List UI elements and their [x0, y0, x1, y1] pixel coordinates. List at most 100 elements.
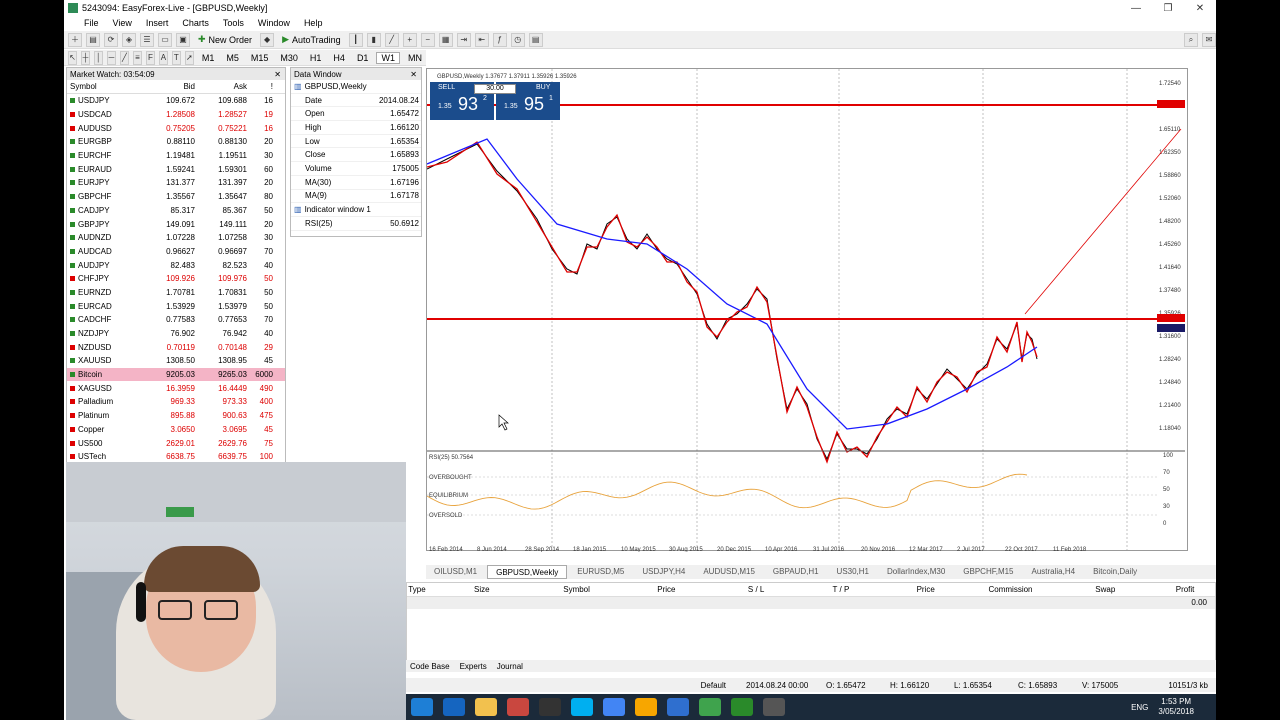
- terminal-app-icon[interactable]: [539, 698, 561, 716]
- chart-tab[interactable]: DollarIndex,M30: [879, 565, 953, 579]
- market-watch-close-icon[interactable]: ✕: [274, 70, 285, 79]
- market-watch-row[interactable]: XAGUSD 16.3959 16.4449 490: [67, 381, 285, 395]
- chrome-icon[interactable]: [603, 698, 625, 716]
- market-watch-row[interactable]: NZDUSD 0.70119 0.70148 29: [67, 340, 285, 354]
- chart-tab[interactable]: GBPAUD,H1: [765, 565, 827, 579]
- market-watch-row[interactable]: AUDCAD 0.96627 0.96697 70: [67, 245, 285, 259]
- menu-charts[interactable]: Charts: [182, 18, 209, 28]
- ie-icon[interactable]: [411, 698, 433, 716]
- col-ask[interactable]: Ask: [199, 82, 251, 91]
- tester-icon[interactable]: ▣: [176, 32, 190, 47]
- zoom-in-icon[interactable]: +: [402, 32, 417, 47]
- menu-window[interactable]: Window: [258, 18, 290, 28]
- market-watch-row[interactable]: CADJPY 85.317 85.367 50: [67, 204, 285, 218]
- chart-tab[interactable]: EURUSD,M5: [569, 565, 632, 579]
- market-watch-row[interactable]: USDCAD 1.28508 1.28527 19: [67, 108, 285, 122]
- tab-experts[interactable]: Experts: [460, 662, 487, 671]
- chart-window[interactable]: GBPUSD,Weekly 1.37677 1.37911 1.35926 1.…: [426, 68, 1189, 553]
- market-watch-row[interactable]: EURJPY 131.377 131.397 20: [67, 176, 285, 190]
- market-watch-row[interactable]: EURCAD 1.53929 1.53979 50: [67, 299, 285, 313]
- chart-tab[interactable]: US30,H1: [829, 565, 877, 579]
- autoscroll-icon[interactable]: ⇥: [456, 32, 471, 47]
- market-watch-row[interactable]: EURGBP 0.88110 0.88130 20: [67, 135, 285, 149]
- terminal-column[interactable]: Price: [886, 585, 966, 594]
- zoom-out-icon[interactable]: −: [420, 32, 435, 47]
- market-watch-row[interactable]: AUDNZD 1.07228 1.07258 30: [67, 231, 285, 245]
- media-icon[interactable]: [507, 698, 529, 716]
- tf-w1[interactable]: W1: [376, 51, 400, 64]
- tf-h4[interactable]: H4: [329, 53, 349, 63]
- terminal-icon[interactable]: ▭: [158, 32, 172, 47]
- bar-chart-icon[interactable]: ┃: [348, 32, 363, 47]
- candle-chart-icon[interactable]: ▮: [366, 32, 381, 47]
- col-spread[interactable]: !: [251, 82, 279, 91]
- tab-code-base[interactable]: Code Base: [410, 662, 450, 671]
- market-watch-row[interactable]: Platinum 895.88 900.63 475: [67, 409, 285, 423]
- minimize-button[interactable]: —: [1120, 3, 1152, 14]
- col-symbol[interactable]: Symbol: [67, 82, 147, 91]
- menu-insert[interactable]: Insert: [146, 18, 169, 28]
- label-icon[interactable]: T: [171, 50, 181, 65]
- new-order-button[interactable]: ✚ New Order: [194, 34, 256, 45]
- tf-d1[interactable]: D1: [353, 53, 373, 63]
- market-watch-row[interactable]: AUDJPY 82.483 82.523 40: [67, 258, 285, 272]
- market-watch-row[interactable]: GBPCHF 1.35567 1.35647 80: [67, 190, 285, 204]
- market-watch-row[interactable]: XAUUSD 1308.50 1308.95 45: [67, 354, 285, 368]
- tf-m5[interactable]: M5: [222, 53, 243, 63]
- chart-tab[interactable]: Bitcoin,Daily: [1085, 565, 1145, 579]
- chart-tab[interactable]: USDJPY,H4: [634, 565, 693, 579]
- terminal-column[interactable]: T / P: [796, 585, 886, 594]
- chart-tab[interactable]: GBPUSD,Weekly: [487, 565, 568, 579]
- profiles-icon[interactable]: ▤: [86, 32, 100, 47]
- price-chart[interactable]: GBPUSD,Weekly 1.37677 1.37911 1.35926 1.…: [426, 69, 1189, 553]
- market-watch-row[interactable]: USDJPY 109.672 109.688 16: [67, 94, 285, 108]
- terminal-column[interactable]: S / L: [716, 585, 796, 594]
- close-button[interactable]: ✕: [1184, 3, 1216, 14]
- tf-m1[interactable]: M1: [198, 53, 219, 63]
- terminal-column[interactable]: Swap: [1055, 585, 1155, 594]
- vertical-line-icon[interactable]: │: [93, 50, 103, 65]
- chat-icon[interactable]: ✉: [1202, 32, 1216, 47]
- market-watch-row[interactable]: EURAUD 1.59241 1.59301 60: [67, 162, 285, 176]
- refresh-icon[interactable]: ⟳: [104, 32, 118, 47]
- market-watch-row[interactable]: EURNZD 1.70781 1.70831 50: [67, 286, 285, 300]
- trendline-icon[interactable]: ╱: [119, 50, 129, 65]
- line-chart-icon[interactable]: ╱: [384, 32, 399, 47]
- metatrader-icon[interactable]: [699, 698, 721, 716]
- market-watch-icon[interactable]: ◈: [122, 32, 136, 47]
- market-watch-row[interactable]: EURCHF 1.19481 1.19511 30: [67, 149, 285, 163]
- chart-tab[interactable]: OILUSD,M1: [426, 565, 485, 579]
- chart-shift-icon[interactable]: ⇤: [474, 32, 489, 47]
- new-chart-icon[interactable]: ＋: [68, 32, 82, 47]
- market-watch-row[interactable]: Copper 3.0650 3.0695 45: [67, 423, 285, 437]
- search-icon[interactable]: ⌕: [1184, 32, 1198, 47]
- restore-button[interactable]: ❐: [1152, 3, 1184, 14]
- terminal-column[interactable]: Type: [407, 585, 427, 594]
- chart-tab[interactable]: Australia,H4: [1024, 565, 1084, 579]
- app-icon-orange[interactable]: [635, 698, 657, 716]
- menu-view[interactable]: View: [113, 18, 132, 28]
- channel-icon[interactable]: ≡: [132, 50, 142, 65]
- arrows-icon[interactable]: ➚: [184, 50, 194, 65]
- tf-h1[interactable]: H1: [306, 53, 326, 63]
- file-explorer-icon[interactable]: [475, 698, 497, 716]
- menu-tools[interactable]: Tools: [223, 18, 244, 28]
- terminal-column[interactable]: Symbol: [537, 585, 617, 594]
- settings-icon[interactable]: [763, 698, 785, 716]
- crosshair-icon[interactable]: ┼: [80, 50, 90, 65]
- menu-help[interactable]: Help: [304, 18, 323, 28]
- menu-file[interactable]: File: [84, 18, 99, 28]
- text-icon[interactable]: A: [158, 50, 168, 65]
- navigator-icon[interactable]: ☰: [140, 32, 154, 47]
- tf-mn[interactable]: MN: [404, 53, 426, 63]
- market-watch-row[interactable]: CHFJPY 109.926 109.976 50: [67, 272, 285, 286]
- periods-icon[interactable]: ◷: [510, 32, 525, 47]
- terminal-column[interactable]: Commission: [966, 585, 1056, 594]
- market-watch-row[interactable]: AUDUSD 0.75205 0.75221 16: [67, 121, 285, 135]
- market-watch-row[interactable]: Palladium 969.33 973.33 400: [67, 395, 285, 409]
- data-window-close-icon[interactable]: ✕: [410, 70, 421, 79]
- tray-clock[interactable]: 1:53 PM 3/05/2018: [1158, 697, 1194, 717]
- tile-windows-icon[interactable]: ▦: [438, 32, 453, 47]
- tf-m15[interactable]: M15: [247, 53, 273, 63]
- market-watch-row[interactable]: NZDJPY 76.902 76.942 40: [67, 327, 285, 341]
